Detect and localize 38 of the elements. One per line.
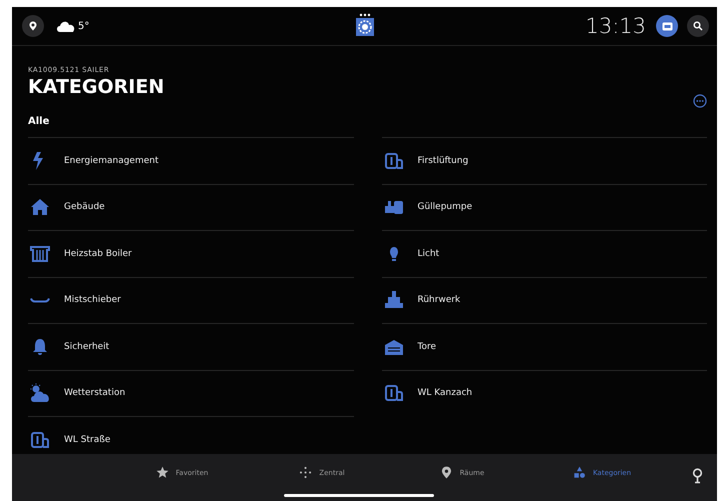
more-icon[interactable] [693,94,707,108]
category-item[interactable]: Mistschieber [28,276,354,323]
house-icon [30,197,50,218]
category-item[interactable]: Sicherheit [28,323,354,370]
display-button[interactable] [656,15,678,37]
shapes-icon [572,466,586,479]
filter-label[interactable]: Alle [28,116,50,127]
category-item[interactable]: Licht [382,230,707,276]
dots-icon [299,466,312,479]
category-item[interactable]: WL Kanzach [382,370,707,416]
search-icon [693,21,703,31]
weather-icon [30,383,50,404]
temperature: 5° [78,20,90,32]
category-item[interactable]: Firstlüftung [382,137,707,184]
category-item[interactable]: Rührwerk [382,276,707,323]
clock-time: 13:13 [585,14,646,38]
pin-icon [440,466,453,479]
category-item[interactable]: Gebäude [28,184,354,230]
location-button[interactable] [22,15,44,37]
vent-icon [384,150,404,171]
page-title: KATEGORIEN [28,76,164,98]
screen-icon [662,22,672,30]
pin-icon[interactable] [692,468,703,484]
category-item[interactable]: Energiemanagement [28,137,354,184]
logo-icon [356,13,374,37]
scraper-icon [30,297,50,304]
vent-icon [384,383,404,404]
category-item[interactable]: Tore [382,323,707,370]
category-item[interactable]: Güllepumpe [382,184,707,230]
star-icon [156,466,169,479]
category-item[interactable]: Heizstab Boiler [28,230,354,276]
category-item[interactable]: Wetterstation [28,370,354,416]
radiator-icon [30,244,50,264]
vent-icon [30,430,50,450]
pin-icon [28,20,38,32]
mixer-icon [384,290,404,310]
cloud-icon [56,20,76,32]
search-button[interactable] [687,15,709,37]
